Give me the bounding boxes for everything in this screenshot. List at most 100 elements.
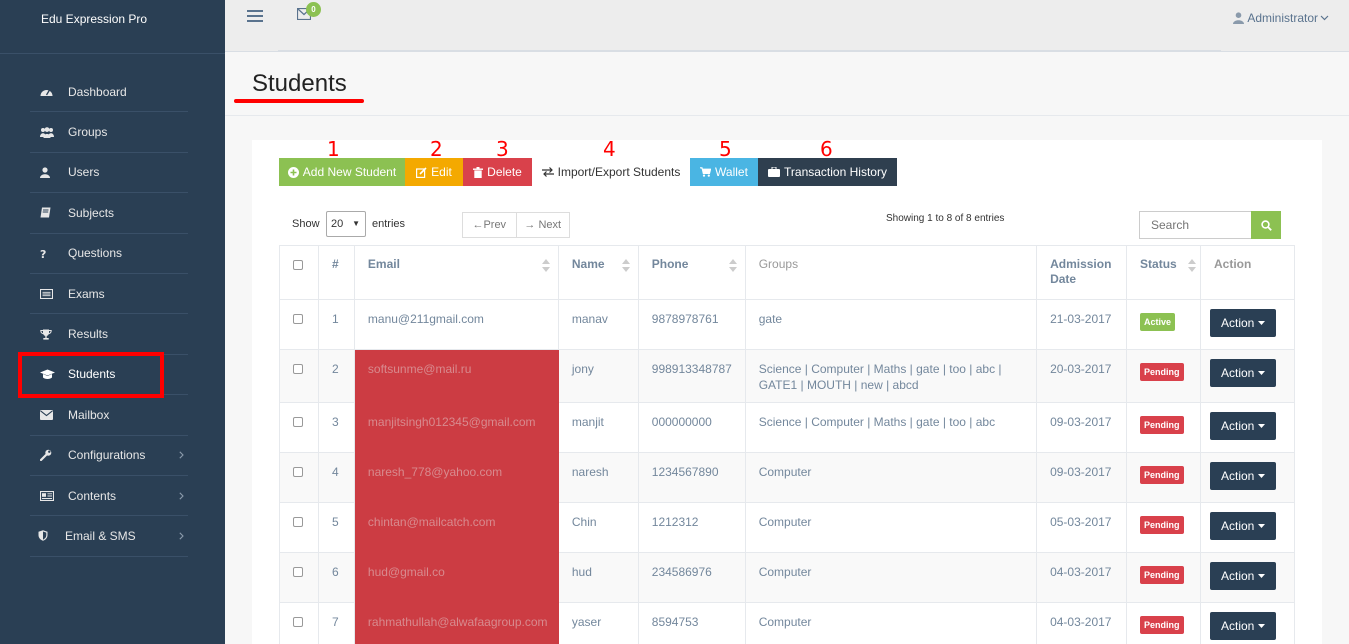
entries-label: entries bbox=[372, 218, 406, 230]
row-groups: Computer bbox=[744, 502, 1038, 553]
column-header-groups: Groups bbox=[744, 245, 1038, 300]
column-header-name[interactable]: Name bbox=[557, 245, 639, 300]
row-number: 6 bbox=[317, 552, 355, 603]
sidebar-item-results[interactable]: Results bbox=[30, 314, 188, 355]
row-checkbox-cell bbox=[279, 602, 319, 644]
action-label: Action bbox=[1220, 619, 1255, 633]
page-size-value: 20 bbox=[331, 218, 344, 230]
chevron-right-icon bbox=[179, 448, 184, 462]
row-phone: 8594753 bbox=[637, 602, 746, 644]
row-checkbox[interactable] bbox=[293, 567, 303, 577]
column-header-email[interactable]: Email bbox=[353, 245, 559, 300]
row-admission-date: 20-03-2017 bbox=[1036, 349, 1128, 403]
action-dropdown-button[interactable]: Action bbox=[1209, 562, 1277, 590]
add-new-student-label: Add New Student bbox=[302, 165, 397, 179]
show-label: Show bbox=[292, 218, 320, 230]
sidebar-item-exams[interactable]: Exams bbox=[30, 274, 188, 315]
row-status-cell: Pending bbox=[1126, 602, 1201, 644]
chevron-down-icon bbox=[1320, 15, 1329, 21]
search-input[interactable] bbox=[1139, 211, 1252, 239]
sidebar-item-users[interactable]: Users bbox=[30, 153, 188, 194]
row-status-cell: Pending bbox=[1126, 402, 1201, 453]
sidebar-item-configurations[interactable]: Configurations bbox=[30, 436, 188, 476]
sidebar-item-email-sms[interactable]: Email & SMS bbox=[30, 516, 188, 557]
row-checkbox[interactable] bbox=[293, 417, 303, 427]
table-row[interactable]: 6 hud@gmail.co hud 234586976 Computer 04-03-2… bbox=[279, 552, 1296, 603]
row-groups: Science | Computer | Maths | gate | too … bbox=[744, 349, 1038, 403]
status-badge: Pending bbox=[1140, 416, 1184, 434]
row-name: jony bbox=[557, 349, 639, 403]
table-row[interactable]: 7 rahmathullah@alwafaagroup.com yaser 85947… bbox=[279, 602, 1296, 644]
edit-button[interactable]: Edit bbox=[405, 158, 463, 186]
add-new-student-button[interactable]: Add New Student bbox=[279, 158, 405, 186]
trophy-icon bbox=[40, 329, 64, 340]
sidebar-item-label: Questions bbox=[68, 246, 123, 261]
import-export-students-button[interactable]: Import/Export Students bbox=[532, 158, 690, 186]
row-phone: 9878978761 bbox=[637, 299, 746, 350]
brand-title[interactable]: Edu Expression Pro bbox=[0, 0, 225, 54]
select-all-checkbox[interactable] bbox=[293, 260, 303, 270]
row-number: 4 bbox=[317, 452, 355, 503]
transaction-history-button[interactable]: Transaction History bbox=[758, 158, 897, 186]
next-button[interactable]: → Next bbox=[515, 213, 570, 237]
row-checkbox[interactable] bbox=[293, 517, 303, 527]
table-header-row: # Email Name Phone Groups Admission Date… bbox=[279, 245, 1296, 300]
row-groups: Computer bbox=[744, 452, 1038, 503]
chevron-right-icon bbox=[179, 529, 184, 543]
sidebar-item-label: Email & SMS bbox=[65, 528, 136, 543]
sidebar-nav: Dashboard Groups Users Subjects? Questions Ex… bbox=[30, 72, 188, 557]
sidebar-item-contents[interactable]: Contents bbox=[30, 476, 188, 517]
sidebar-item-mailbox[interactable]: Mailbox bbox=[30, 395, 188, 436]
row-name: naresh bbox=[557, 452, 639, 503]
sidebar: Edu Expression Pro Dashboard Groups Users S… bbox=[0, 0, 225, 644]
table-row[interactable]: 3 manjitsingh012345@gmail.com manjit 000000… bbox=[279, 402, 1296, 453]
row-checkbox[interactable] bbox=[293, 364, 303, 374]
search-button[interactable] bbox=[1251, 211, 1281, 239]
row-checkbox[interactable] bbox=[293, 314, 303, 324]
row-checkbox[interactable] bbox=[293, 467, 303, 477]
column-header-phone[interactable]: Phone bbox=[637, 245, 746, 300]
status-badge: Pending bbox=[1140, 466, 1184, 484]
groups-icon bbox=[40, 126, 64, 138]
table-row[interactable]: 4 naresh_778@yahoo.com naresh 1234567890 Com… bbox=[279, 452, 1296, 503]
user-menu[interactable]: Administrator bbox=[1233, 11, 1329, 25]
action-dropdown-button[interactable]: Action bbox=[1209, 612, 1277, 640]
action-dropdown-button[interactable]: Action bbox=[1209, 309, 1277, 337]
row-email: naresh_778@yahoo.com bbox=[353, 452, 559, 503]
action-dropdown-button[interactable]: Action bbox=[1209, 512, 1277, 540]
row-checkbox[interactable] bbox=[293, 617, 303, 627]
row-number: 7 bbox=[317, 602, 355, 644]
row-action-cell: Action bbox=[1199, 299, 1296, 350]
table-row[interactable]: 2 softsunme@mail.ru jony 998913348787 Scienc… bbox=[279, 349, 1296, 403]
sidebar-item-dashboard[interactable]: Dashboard bbox=[30, 72, 188, 113]
sidebar-item-groups[interactable]: Groups bbox=[30, 112, 188, 153]
row-phone: 998913348787 bbox=[637, 349, 746, 403]
row-checkbox-cell bbox=[279, 452, 319, 503]
delete-button[interactable]: Delete bbox=[463, 158, 532, 186]
dashboard-icon bbox=[40, 86, 64, 97]
row-action-cell: Action bbox=[1199, 402, 1296, 453]
action-dropdown-button[interactable]: Action bbox=[1209, 359, 1277, 387]
page-header: Students bbox=[225, 52, 1349, 116]
sidebar-item-subjects[interactable]: Subjects bbox=[30, 193, 188, 234]
status-badge: Active bbox=[1140, 313, 1176, 331]
action-dropdown-button[interactable]: Action bbox=[1209, 462, 1277, 490]
action-label: Action bbox=[1220, 366, 1255, 380]
row-groups: Computer bbox=[744, 552, 1038, 603]
menu-toggle-icon[interactable] bbox=[247, 10, 263, 24]
prev-button[interactable]: ←Prev bbox=[463, 213, 516, 237]
row-action-cell: Action bbox=[1199, 452, 1296, 503]
action-dropdown-button[interactable]: Action bbox=[1209, 412, 1277, 440]
page-size-select[interactable]: 20 ▼ bbox=[326, 211, 366, 237]
table-row[interactable]: 5 chintan@mailcatch.com Chin 1212312 Compute… bbox=[279, 502, 1296, 553]
phone-header-label: Phone bbox=[651, 257, 689, 271]
column-header-status[interactable]: Status bbox=[1126, 245, 1201, 300]
table-row[interactable]: 1 manu@211gmail.com manav 9878978761 gate 21-… bbox=[279, 299, 1296, 350]
column-header-admission-date[interactable]: Admission Date bbox=[1036, 245, 1128, 300]
wallet-button[interactable]: Wallet bbox=[690, 158, 758, 186]
row-email: manjitsingh012345@gmail.com bbox=[353, 402, 559, 453]
row-checkbox-cell bbox=[279, 502, 319, 553]
sidebar-item-questions[interactable]: ? Questions bbox=[30, 234, 188, 274]
name-header-label: Name bbox=[571, 257, 605, 271]
title-red-underline bbox=[234, 99, 364, 103]
